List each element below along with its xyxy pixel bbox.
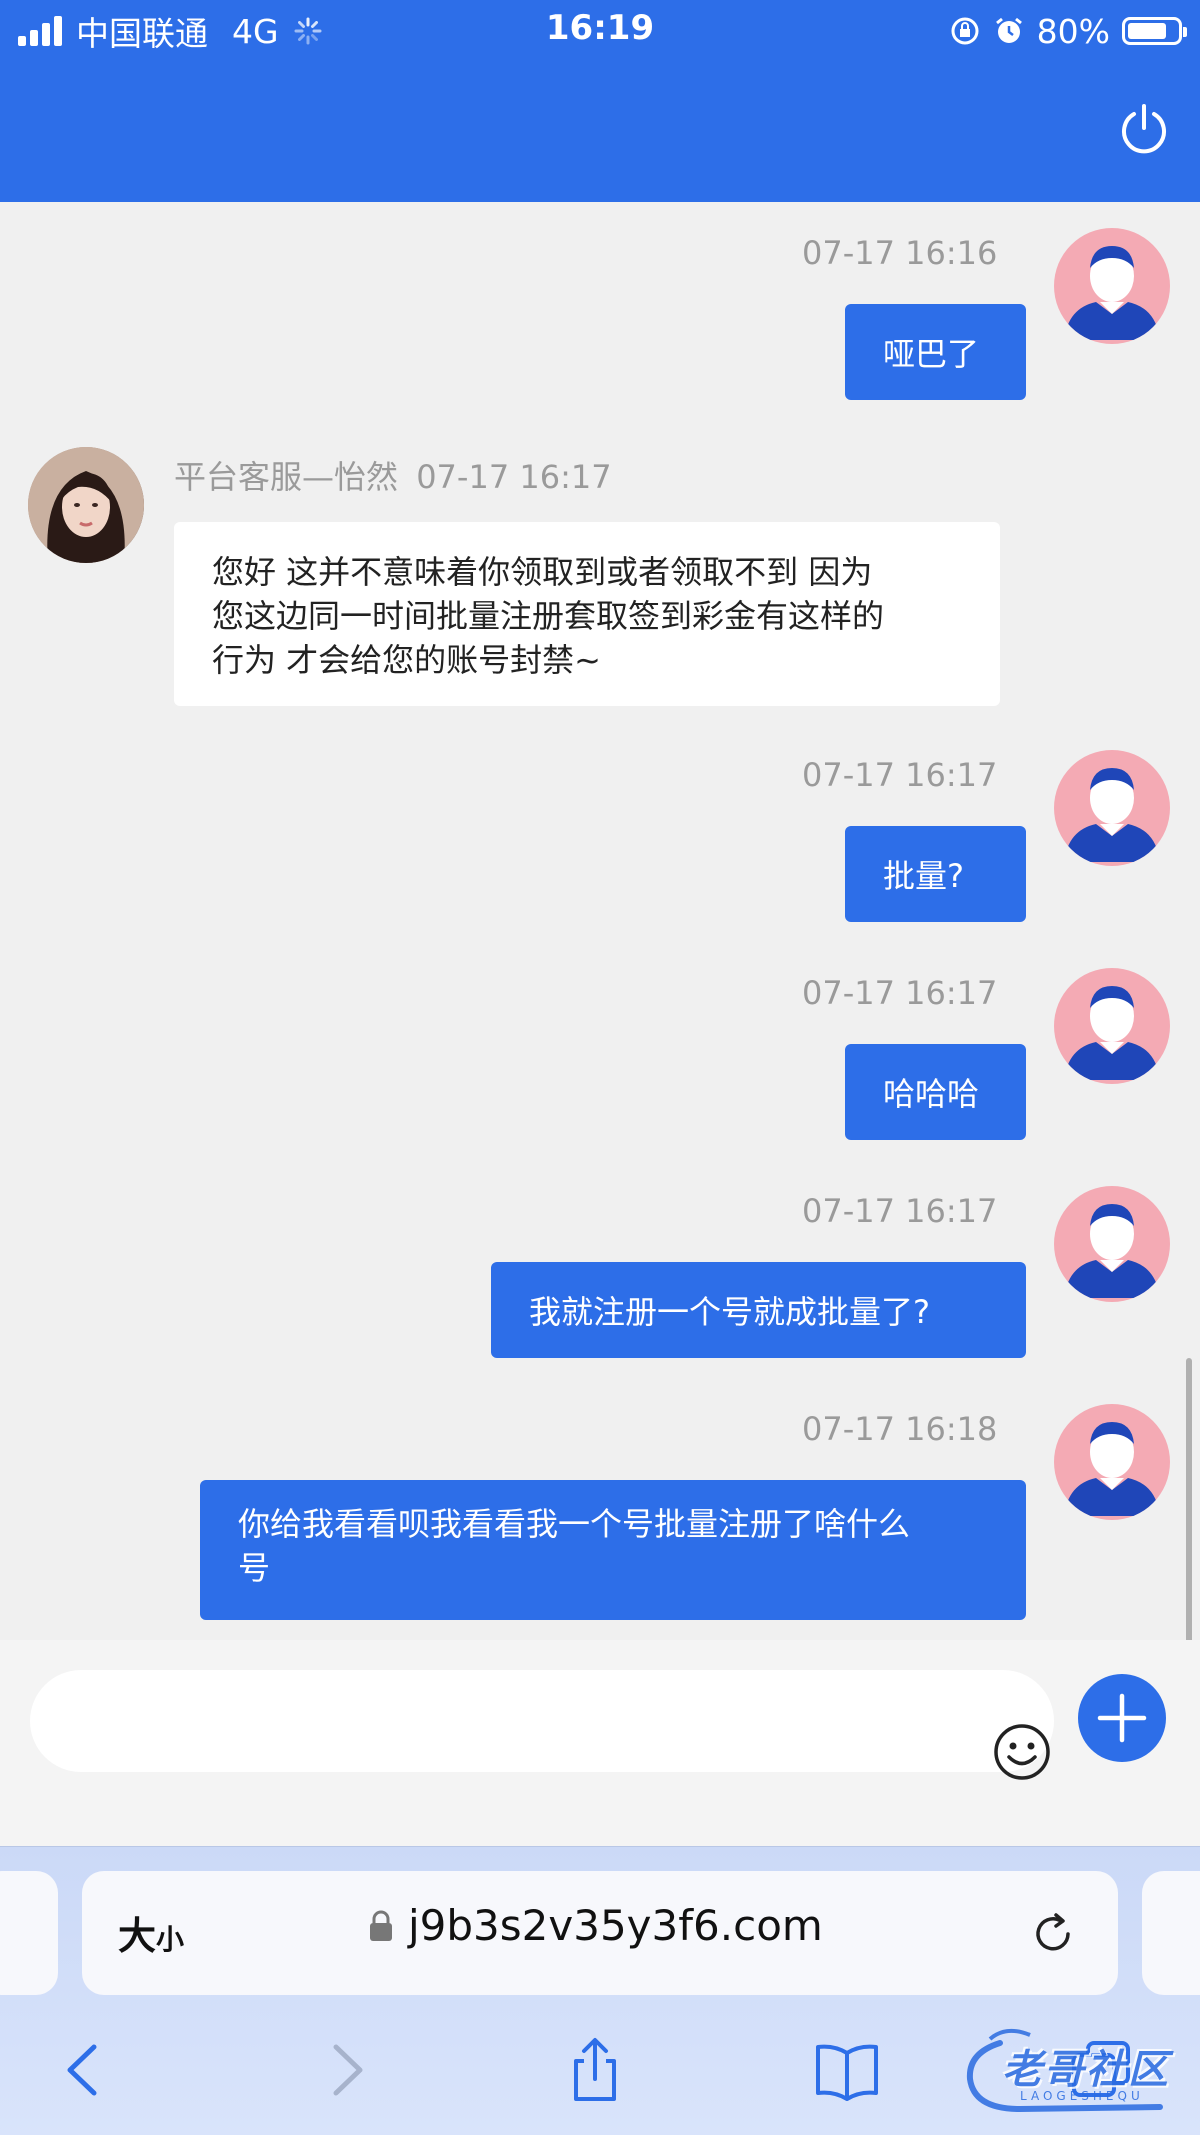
message-text: 哑巴了 <box>883 335 980 373</box>
message-bubble-out[interactable]: 你给我看看呗我看看我一个号批量注册了啥什么 号 <box>200 1480 1026 1620</box>
message-meta: 平台客服—怡然 07-17 16:17 <box>174 452 612 498</box>
message-text-line: 你给我看看呗我看看我一个号批量注册了啥什么 <box>238 1505 911 1543</box>
watermark-subtext: LAOGESHEQU <box>1020 2089 1144 2103</box>
message-time: 07-17 16:17 <box>416 458 612 496</box>
message-text-line: 号 <box>238 1549 271 1587</box>
battery-icon <box>1122 17 1187 45</box>
battery-percent: 80% <box>1036 11 1110 51</box>
user-avatar[interactable] <box>1054 1404 1170 1520</box>
browser-toolbar: 大小 j9b3s2v35y3f6.com 老哥社区 LAOGESHEQU <box>0 1846 1200 2135</box>
message-bubble-out[interactable]: 哑巴了 <box>845 304 1026 400</box>
sender-name: 平台客服—怡然 <box>174 458 399 496</box>
forward-icon[interactable] <box>310 2035 380 2105</box>
alarm-icon <box>995 17 1022 43</box>
battery-level <box>1128 23 1167 39</box>
message-time: 07-17 16:17 <box>802 974 998 1012</box>
share-icon[interactable] <box>560 2035 630 2105</box>
url-text: j9b3s2v35y3f6.com <box>408 1901 823 1950</box>
status-bar-right: 80% <box>949 10 1187 52</box>
watermark-logo: 老哥社区 LAOGESHEQU <box>960 2023 1190 2119</box>
text-size-button[interactable]: 大小 <box>118 1905 184 1960</box>
user-avatar[interactable] <box>1054 1186 1170 1302</box>
agent-avatar[interactable] <box>28 447 144 563</box>
message-bubble-out[interactable]: 哈哈哈 <box>845 1044 1026 1140</box>
rotation-lock-icon <box>951 17 979 45</box>
chat-scrollbar[interactable] <box>1186 1358 1192 1640</box>
message-time: 07-17 16:18 <box>802 1410 998 1448</box>
app-header: 中国联通 4G 16:19 80% <box>0 0 1200 202</box>
message-text-line: 您这边同一时间批量注册套取签到彩金有这样的 <box>212 597 885 635</box>
chat-message-list[interactable]: 07-17 16:16 哑巴了 平台客服—怡然 07-17 16:17 您好 这… <box>0 202 1200 1640</box>
plus-button[interactable] <box>1078 1674 1166 1762</box>
previous-tab-preview[interactable] <box>0 1871 58 1995</box>
message-bubble-out[interactable]: 批量? <box>845 826 1026 922</box>
power-icon[interactable] <box>1116 100 1172 156</box>
next-tab-preview[interactable] <box>1142 1871 1200 1995</box>
user-avatar[interactable] <box>1054 228 1170 344</box>
message-text-line: 行为 才会给您的账号封禁~ <box>212 641 601 679</box>
text-size-small: 小 <box>156 1923 185 1956</box>
text-size-big: 大 <box>118 1914 157 1958</box>
back-icon[interactable] <box>50 2035 120 2105</box>
message-input[interactable] <box>30 1670 1054 1780</box>
user-avatar[interactable] <box>1054 750 1170 866</box>
message-text: 批量? <box>883 857 964 895</box>
bookmarks-icon[interactable] <box>812 2035 882 2105</box>
address-bar[interactable]: 大小 j9b3s2v35y3f6.com <box>82 1871 1118 1995</box>
plus-icon <box>1097 1693 1147 1743</box>
url-field[interactable]: j9b3s2v35y3f6.com <box>368 1901 823 1950</box>
message-bubble-in[interactable]: 您好 这并不意味着你领取到或者领取不到 因为 您这边同一时间批量注册套取签到彩金… <box>174 522 1000 706</box>
user-avatar[interactable] <box>1054 968 1170 1084</box>
lock-icon <box>370 1910 392 1941</box>
message-text-line: 您好 这并不意味着你领取到或者领取不到 因为 <box>212 553 873 591</box>
composer <box>0 1640 1200 1846</box>
message-time: 07-17 16:17 <box>802 756 998 794</box>
smiley-icon[interactable] <box>992 1722 1052 1782</box>
reload-icon[interactable] <box>1030 1911 1076 1957</box>
message-time: 07-17 16:17 <box>802 1192 998 1230</box>
watermark-text: 老哥社区 <box>1002 2047 1170 2093</box>
message-text: 哈哈哈 <box>883 1075 980 1113</box>
message-bubble-out[interactable]: 我就注册一个号就成批量了? <box>491 1262 1026 1358</box>
message-time: 07-17 16:16 <box>802 234 998 272</box>
message-text: 我就注册一个号就成批量了? <box>529 1293 930 1331</box>
